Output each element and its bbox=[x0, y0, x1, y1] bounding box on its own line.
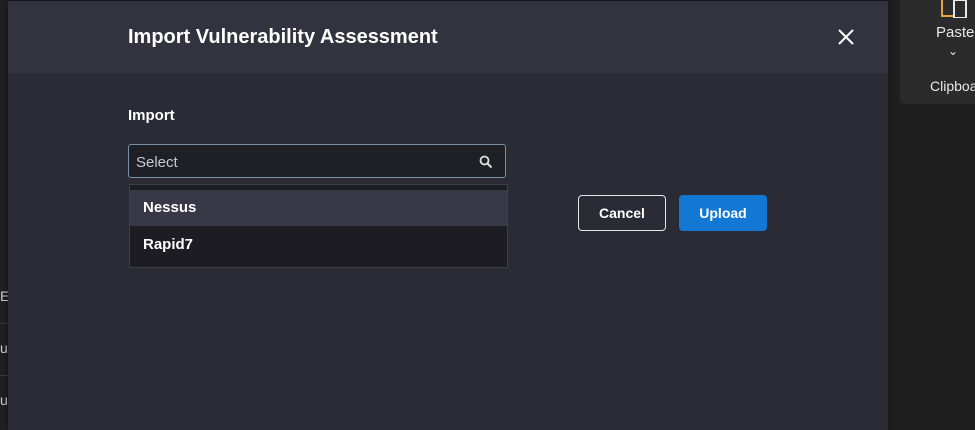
ribbon-fragment: Paste ⌄ Clipboard bbox=[888, 0, 975, 430]
option-rapid7[interactable]: Rapid7 bbox=[130, 227, 507, 263]
paste-icon[interactable] bbox=[940, 0, 970, 18]
dialog-title: Import Vulnerability Assessment bbox=[128, 26, 438, 48]
import-select[interactable]: Select bbox=[128, 144, 506, 178]
option-nessus[interactable]: Nessus bbox=[130, 190, 507, 226]
clipboard-group: Paste ⌄ Clipboard bbox=[900, 0, 975, 104]
paste-button-label[interactable]: Paste bbox=[936, 24, 974, 41]
import-field-label: Import bbox=[128, 107, 175, 124]
background-text-fragment: u bbox=[0, 340, 8, 356]
search-icon bbox=[479, 155, 493, 169]
background-text-fragment: u bbox=[0, 392, 8, 408]
select-placeholder: Select bbox=[136, 154, 178, 171]
dialog-header: Import Vulnerability Assessment bbox=[8, 1, 888, 73]
close-icon[interactable] bbox=[834, 25, 858, 49]
upload-button[interactable]: Upload bbox=[679, 195, 767, 231]
background-divider bbox=[0, 375, 8, 376]
chevron-down-icon[interactable]: ⌄ bbox=[948, 44, 958, 58]
background-divider bbox=[0, 323, 8, 324]
background-app-edge: E u u bbox=[0, 0, 9, 430]
import-dialog: Import Vulnerability Assessment Import S… bbox=[8, 1, 888, 430]
import-options-dropdown: Nessus Rapid7 bbox=[129, 184, 508, 268]
cancel-button[interactable]: Cancel bbox=[578, 195, 666, 231]
clipboard-group-label: Clipboard bbox=[930, 78, 975, 94]
